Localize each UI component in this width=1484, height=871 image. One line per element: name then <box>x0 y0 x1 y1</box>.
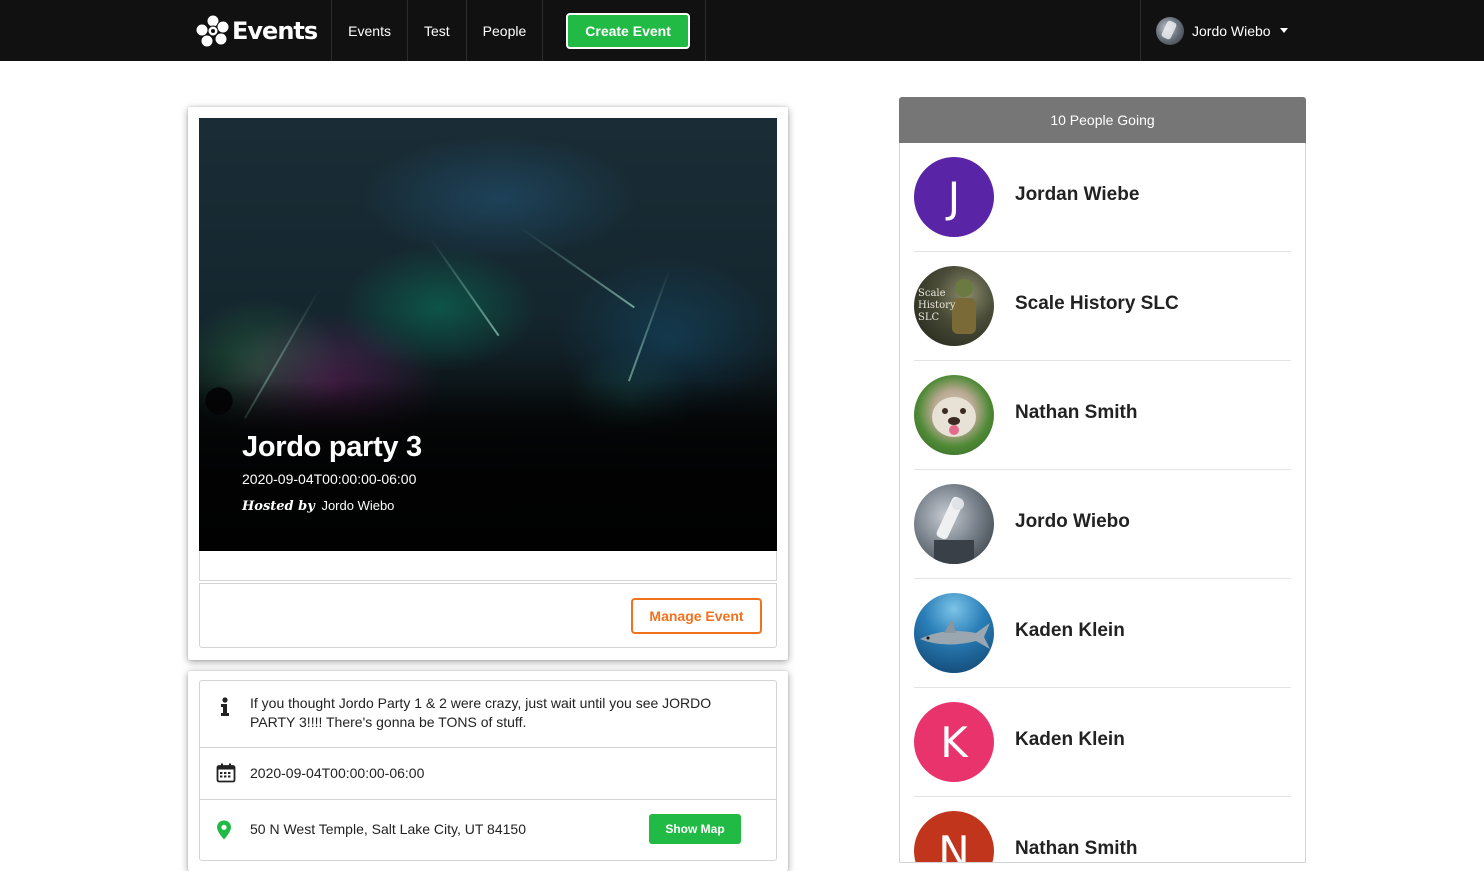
attendee-avatar: J <box>914 157 994 237</box>
attendee-name[interactable]: Jordo Wiebo <box>1015 511 1130 533</box>
attendee-name[interactable]: Nathan Smith <box>1015 838 1137 860</box>
attendee-avatar <box>914 484 994 564</box>
description-row: If you thought Jordo Party 1 & 2 were cr… <box>200 681 776 748</box>
brand-name: Events <box>232 16 318 45</box>
event-venue: 50 N West Temple, Salt Lake City, UT 841… <box>250 821 526 837</box>
light-beam <box>519 226 635 309</box>
event-date-detail: 2020-09-04T00:00:00-06:00 <box>250 765 425 781</box>
map-marker-icon <box>216 820 232 845</box>
event-date: 2020-09-04T00:00:00-06:00 <box>242 471 417 487</box>
attendee-avatar: K <box>914 702 994 782</box>
venue-row: 50 N West Temple, Salt Lake City, UT 841… <box>200 800 776 860</box>
nav-people[interactable]: People <box>467 0 544 61</box>
attendees-header: 10 People Going <box>899 97 1306 143</box>
attendee-item[interactable]: J Jordan Wiebe <box>914 143 1291 252</box>
bulldog-avatar-art <box>932 397 976 437</box>
avatar-lettering: SLC <box>918 312 939 323</box>
nav-events[interactable]: Events <box>332 0 408 61</box>
attendee-avatar <box>914 593 994 673</box>
avatar-lettering: History <box>918 300 956 311</box>
event-description: If you thought Jordo Party 1 & 2 were cr… <box>250 695 712 730</box>
attendee-name[interactable]: Nathan Smith <box>1015 402 1137 424</box>
light-beam <box>429 236 500 337</box>
event-info-card: If you thought Jordo Party 1 & 2 were cr… <box>188 671 788 871</box>
attendee-item[interactable]: N Nathan Smith <box>914 797 1291 862</box>
create-event-button[interactable]: Create Event <box>566 12 690 49</box>
date-row: 2020-09-04T00:00:00-06:00 <box>200 748 776 800</box>
calendar-icon <box>216 763 236 788</box>
attendee-name[interactable]: Scale History SLC <box>1015 293 1179 315</box>
attendee-avatar: Scale History SLC <box>914 266 994 346</box>
attendee-avatar: N <box>914 811 994 862</box>
show-map-button[interactable]: Show Map <box>649 814 741 844</box>
info-icon <box>216 697 234 722</box>
scale-history-avatar-art: Scale History SLC <box>918 279 976 334</box>
manage-event-button[interactable]: Manage Event <box>631 598 762 634</box>
host-name[interactable]: Jordo Wiebo <box>321 498 394 513</box>
user-menu-dropdown[interactable]: Jordo Wiebo <box>1140 0 1304 61</box>
hosted-by-label: Hosted by <box>242 499 315 514</box>
nav-test[interactable]: Test <box>408 0 467 61</box>
attendee-name[interactable]: Kaden Klein <box>1015 729 1125 751</box>
brand-logo[interactable]: Events <box>185 0 333 61</box>
event-host: Hosted by Jordo Wiebo <box>242 498 394 514</box>
event-cover-image: Jordo party 3 2020-09-04T00:00:00-06:00 … <box>199 118 777 551</box>
attendee-item[interactable]: Nathan Smith <box>914 361 1291 470</box>
attendee-name[interactable]: Kaden Klein <box>1015 620 1125 642</box>
top-navbar: Events Events Test People Create Event J… <box>0 0 1484 61</box>
attendee-name[interactable]: Jordan Wiebe <box>1015 184 1139 206</box>
attendee-item[interactable]: Scale History SLC Scale History SLC <box>914 252 1291 361</box>
event-header-spacer <box>199 551 777 581</box>
logo-flower-icon <box>195 14 230 47</box>
attendee-item[interactable]: K Kaden Klein <box>914 688 1291 797</box>
event-header-card: Jordo party 3 2020-09-04T00:00:00-06:00 … <box>188 107 788 660</box>
jordo-avatar-art <box>934 496 974 564</box>
caret-down-icon <box>1279 28 1288 33</box>
avatar-lettering: Scale <box>918 288 946 299</box>
attendee-avatar <box>914 375 994 455</box>
user-avatar <box>1156 16 1184 45</box>
create-event-wrapper: Create Event <box>543 0 706 61</box>
nav-container: Events Events Test People Create Event <box>185 0 706 61</box>
user-name: Jordo Wiebo <box>1192 22 1271 39</box>
shark-avatar-art <box>920 619 990 649</box>
attendee-item[interactable]: Jordo Wiebo <box>914 470 1291 579</box>
attendee-item[interactable]: Kaden Klein <box>914 579 1291 688</box>
event-actions: Manage Event <box>199 583 777 648</box>
event-title: Jordo party 3 <box>242 431 422 463</box>
event-info-list: If you thought Jordo Party 1 & 2 were cr… <box>199 680 777 861</box>
attendees-list: J Jordan Wiebe Scale History SLC Scale H… <box>899 143 1306 863</box>
